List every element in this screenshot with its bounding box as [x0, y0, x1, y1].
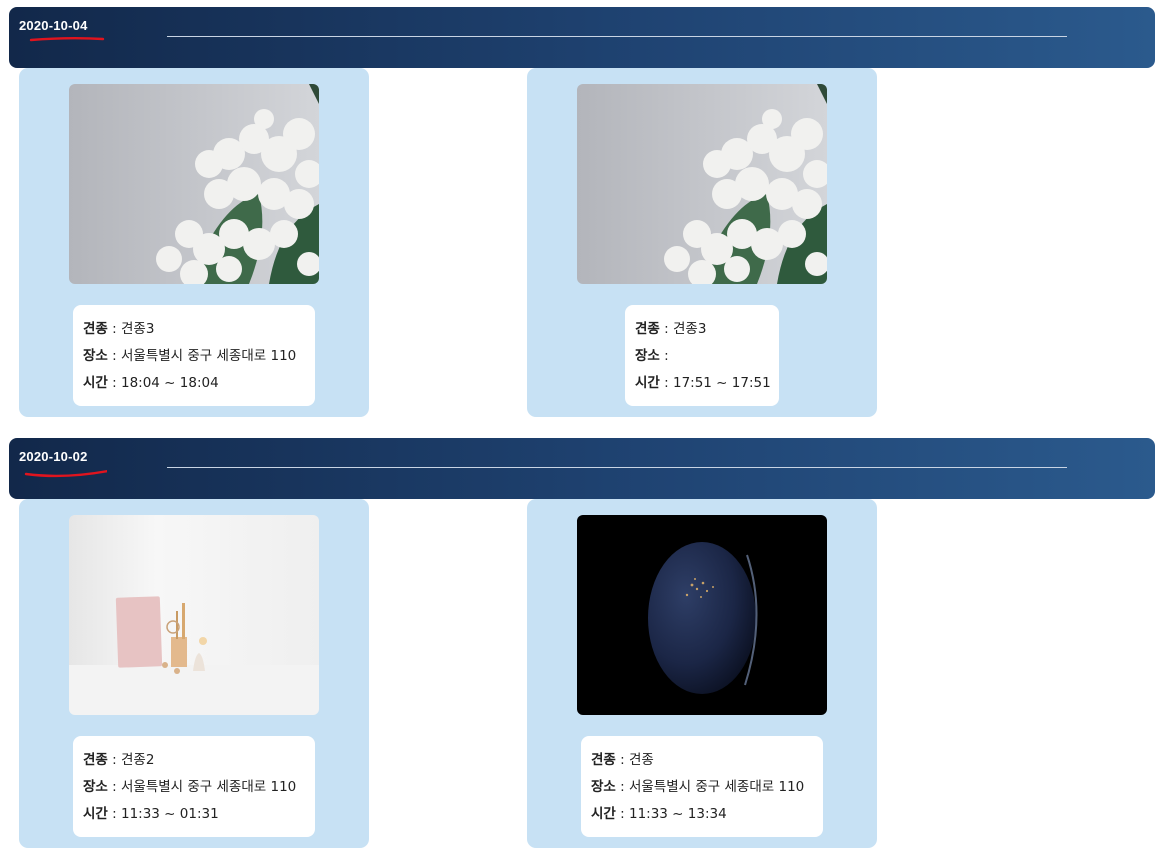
place-label: 장소	[635, 348, 660, 364]
separator: :	[107, 779, 121, 795]
report-card[interactable]: 견종 : 견종2 장소 : 서울특별시 중구 세종대로 110 시간 : 11:…	[19, 499, 369, 848]
report-info-box: 견종 : 견종 장소 : 서울특별시 중구 세종대로 110 시간 : 11:3…	[581, 736, 823, 837]
breed-value: 견종3	[120, 321, 155, 337]
breed-value: 견종	[628, 752, 654, 768]
separator: :	[659, 375, 673, 391]
separator: :	[659, 348, 669, 364]
breed-value: 견종3	[672, 321, 707, 337]
separator: :	[659, 321, 673, 337]
separator: :	[107, 375, 121, 391]
place-row: 장소 : 서울특별시 중구 세종대로 110	[83, 343, 305, 370]
white-lilac-flowers-photo	[69, 84, 319, 284]
place-row: 장소 : 서울특별시 중구 세종대로 110	[83, 774, 305, 801]
earth-at-night-photo	[577, 515, 827, 715]
date-group-header: 2020-10-04	[9, 7, 1155, 68]
breed-label: 견종	[83, 321, 108, 337]
breed-label: 견종	[83, 752, 108, 768]
white-lilac-flowers-photo	[577, 84, 827, 284]
report-info-box: 견종 : 견종3 장소 : 시간 : 17:51 ~ 17:51	[625, 305, 779, 406]
breed-label: 견종	[591, 752, 616, 768]
breed-row: 견종 : 견종3	[83, 316, 305, 343]
time-label: 시간	[635, 375, 660, 391]
header-divider	[167, 36, 1067, 37]
time-label: 시간	[83, 375, 108, 391]
header-divider	[167, 467, 1067, 468]
separator: :	[615, 806, 629, 822]
report-card[interactable]: 견종 : 견종3 장소 : 서울특별시 중구 세종대로 110 시간 : 18:…	[19, 68, 369, 417]
place-label: 장소	[83, 779, 108, 795]
date-label: 2020-10-04	[19, 18, 88, 33]
time-value: 17:51 ~ 17:51	[672, 375, 771, 391]
separator: :	[107, 752, 121, 768]
date-underline-mark	[24, 469, 107, 478]
separator: :	[107, 806, 121, 822]
place-row: 장소 : 서울특별시 중구 세종대로 110	[591, 774, 813, 801]
time-label: 시간	[591, 806, 616, 822]
report-info-box: 견종 : 견종3 장소 : 서울특별시 중구 세종대로 110 시간 : 18:…	[73, 305, 315, 406]
time-label: 시간	[83, 806, 108, 822]
separator: :	[615, 779, 629, 795]
report-info-box: 견종 : 견종2 장소 : 서울특별시 중구 세종대로 110 시간 : 11:…	[73, 736, 315, 837]
time-row: 시간 : 18:04 ~ 18:04	[83, 370, 305, 397]
place-value: 서울특별시 중구 세종대로 110	[120, 348, 297, 364]
breed-row: 견종 : 견종3	[635, 316, 769, 343]
date-group-header: 2020-10-02	[9, 438, 1155, 499]
date-underline-mark	[29, 37, 105, 42]
breed-row: 견종 : 견종	[591, 747, 813, 774]
breed-row: 견종 : 견종2	[83, 747, 305, 774]
separator: :	[615, 752, 629, 768]
report-card[interactable]: 견종 : 견종3 장소 : 시간 : 17:51 ~ 17:51	[527, 68, 877, 417]
place-value: 서울특별시 중구 세종대로 110	[120, 779, 297, 795]
time-value: 18:04 ~ 18:04	[120, 375, 219, 391]
place-label: 장소	[83, 348, 108, 364]
report-card[interactable]: 견종 : 견종 장소 : 서울특별시 중구 세종대로 110 시간 : 11:3…	[527, 499, 877, 848]
time-row: 시간 : 11:33 ~ 13:34	[591, 801, 813, 828]
time-value: 11:33 ~ 01:31	[120, 806, 219, 822]
place-label: 장소	[591, 779, 616, 795]
time-row: 시간 : 11:33 ~ 01:31	[83, 801, 305, 828]
place-row: 장소 :	[635, 343, 769, 370]
separator: :	[107, 321, 121, 337]
place-value: 서울특별시 중구 세종대로 110	[628, 779, 805, 795]
time-value: 11:33 ~ 13:34	[628, 806, 727, 822]
breed-value: 견종2	[120, 752, 155, 768]
separator: :	[107, 348, 121, 364]
desk-book-vase-photo	[69, 515, 319, 715]
breed-label: 견종	[635, 321, 660, 337]
time-row: 시간 : 17:51 ~ 17:51	[635, 370, 771, 397]
date-label: 2020-10-02	[19, 449, 88, 464]
